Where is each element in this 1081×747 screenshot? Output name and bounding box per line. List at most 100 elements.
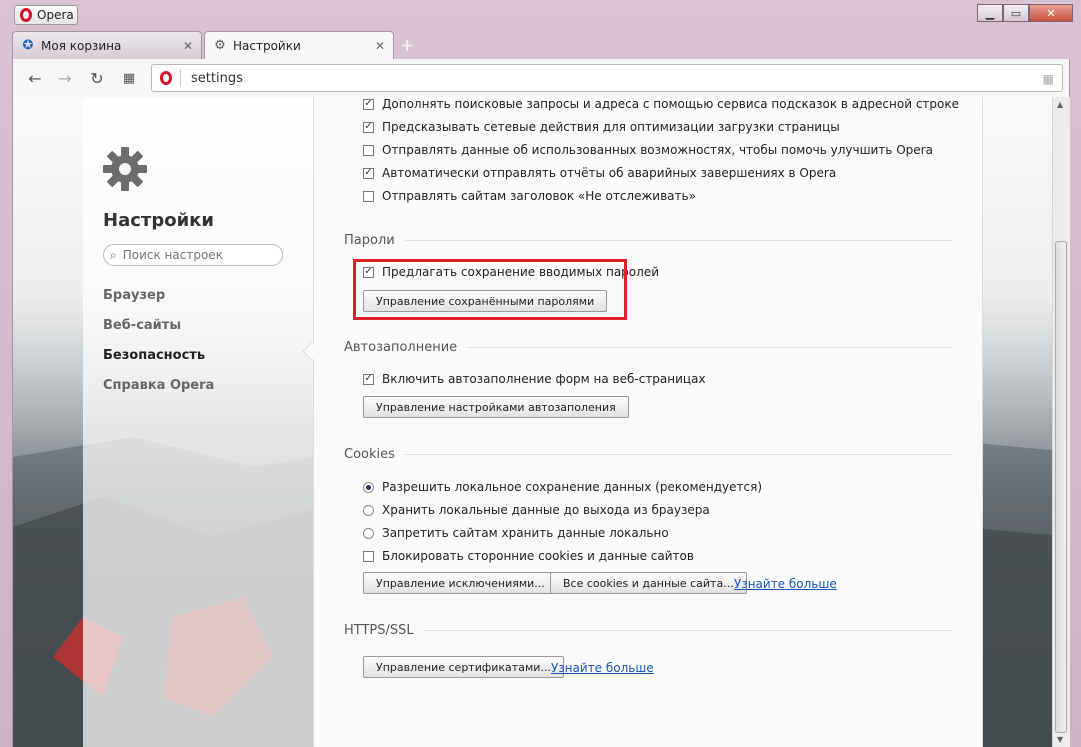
option-send-usage[interactable]: Отправлять данные об использованных возм… [363, 143, 933, 157]
section-heading: Cookies [344, 447, 395, 462]
option-label: Хранить локальные данные до выхода из бр… [382, 503, 710, 517]
section-divider [467, 347, 952, 348]
section-divider [404, 454, 952, 455]
address-input[interactable] [189, 69, 1013, 87]
minimize-button[interactable]: ▁ [977, 4, 1003, 22]
radio-allow-local-data[interactable]: Разрешить локальное сохранение данных (р… [363, 480, 762, 494]
cart-site-icon: ✪ [22, 38, 34, 53]
radio-selected[interactable] [363, 481, 374, 493]
close-icon: ✕ [1046, 6, 1056, 20]
checkbox-unchecked[interactable] [363, 190, 374, 202]
browser-window: Opera ▁ ▭ ✕ ✪ Моя корзина ✕ ⚙ Настройки … [0, 0, 1081, 747]
option-label: Запретить сайтам хранить данные локально [382, 526, 669, 540]
section-divider [404, 240, 952, 241]
checkbox-checked[interactable]: ✓ [363, 373, 374, 385]
scroll-down-icon[interactable]: ▼ [1057, 735, 1063, 744]
manage-exceptions-button[interactable]: Управление исключениями... [363, 572, 558, 594]
plus-icon: + [399, 34, 415, 56]
arrow-left-icon: ← [28, 68, 42, 88]
option-search-suggestions[interactable]: ✓ Дополнять поисковые запросы и адреса с… [363, 97, 959, 111]
maximize-button[interactable]: ▭ [1003, 4, 1029, 22]
address-bar[interactable]: ▦ [151, 64, 1063, 92]
option-label: Дополнять поисковые запросы и адреса с п… [382, 97, 959, 111]
add-to-speed-dial-icon[interactable]: ▦ [1043, 72, 1054, 86]
tab-cart[interactable]: ✪ Моя корзина ✕ [12, 31, 202, 59]
section-autofill: Автозаполнение [344, 340, 952, 355]
tab-settings[interactable]: ⚙ Настройки ✕ [204, 31, 394, 59]
section-heading: HTTPS/SSL [344, 623, 414, 638]
search-icon: ⌕ [110, 247, 117, 262]
opera-page-icon [160, 71, 172, 85]
settings-search[interactable]: ⌕ [103, 244, 283, 266]
option-crash-reports[interactable]: ✓ Автоматически отправлять отчёты об ава… [363, 166, 836, 180]
radio-keep-until-exit[interactable]: Хранить локальные данные до выхода из бр… [363, 503, 710, 517]
checkbox-unchecked[interactable] [363, 550, 374, 562]
manage-certificates-button[interactable]: Управление сертификатами... [363, 656, 564, 678]
option-label: Предсказывать сетевые действия для оптим… [382, 120, 840, 134]
option-label: Разрешить локальное сохранение данных (р… [382, 480, 763, 494]
tab-label: Настройки [233, 38, 301, 53]
arrow-right-icon: → [58, 68, 72, 88]
speed-dial-button[interactable]: ▦ [119, 68, 139, 88]
radio-block-local-data[interactable]: Запретить сайтам хранить данные локально [363, 526, 669, 540]
option-predict-network[interactable]: ✓ Предсказывать сетевые действия для опт… [363, 120, 840, 134]
gear-icon: ⚙ [214, 38, 226, 53]
title-bar: Opera ▁ ▭ ✕ [0, 0, 1081, 30]
page-content: Настройки ⌕ Браузер Веб-сайты Безопаснос… [12, 97, 1070, 747]
settings-title: Настройки [103, 210, 215, 231]
settings-gear-icon [103, 147, 147, 191]
option-label: Блокировать сторонние cookies и данные с… [382, 549, 694, 563]
sidebar-item-security[interactable]: Безопасность [103, 348, 205, 363]
option-block-third-party[interactable]: Блокировать сторонние cookies и данные с… [363, 549, 694, 563]
opera-menu-label: Opera [37, 8, 74, 22]
reload-icon: ↻ [90, 68, 104, 88]
maximize-icon: ▭ [1010, 6, 1022, 20]
radio-unselected[interactable] [363, 527, 374, 539]
reload-button[interactable]: ↻ [87, 68, 107, 88]
section-https: HTTPS/SSL [344, 623, 952, 638]
forward-button[interactable]: → [55, 68, 75, 88]
cookies-learn-more-link[interactable]: Узнайте больше [734, 577, 837, 591]
address-separator [180, 69, 181, 87]
section-heading: Автозаполнение [344, 340, 458, 355]
option-label: Отправлять данные об использованных возм… [382, 143, 933, 157]
checkbox-unchecked[interactable] [363, 144, 374, 156]
radio-unselected[interactable] [363, 504, 374, 516]
section-heading: Пароли [344, 233, 395, 248]
minimize-icon: ▁ [985, 6, 995, 20]
section-divider [423, 630, 952, 631]
vertical-scrollbar[interactable]: ▲ ▼ [1052, 97, 1070, 747]
option-label: Отправлять сайтам заголовок «Не отслежив… [382, 189, 696, 203]
checkbox-checked[interactable]: ✓ [363, 121, 374, 133]
all-cookies-button[interactable]: Все cookies и данные сайта... [550, 572, 747, 594]
navigation-toolbar: ← → ↻ ▦ ▦ [12, 59, 1070, 97]
annotation-highlight-box [353, 259, 627, 320]
checkbox-checked[interactable]: ✓ [363, 167, 374, 179]
section-cookies: Cookies [344, 447, 952, 462]
option-label: Включить автозаполнение форм на веб-стра… [382, 372, 706, 386]
sidebar-item-websites[interactable]: Веб-сайты [103, 318, 181, 333]
grid-icon: ▦ [122, 70, 136, 86]
close-tab-icon[interactable]: ✕ [375, 39, 385, 53]
window-controls: ▁ ▭ ✕ [977, 4, 1073, 22]
new-tab-button[interactable]: + [396, 31, 418, 59]
checkbox-checked[interactable]: ✓ [363, 98, 374, 110]
opera-menu-button[interactable]: Opera [14, 5, 78, 25]
https-learn-more-link[interactable]: Узнайте больше [551, 661, 654, 675]
settings-panel: ✓ Дополнять поисковые запросы и адреса с… [313, 97, 983, 747]
manage-autofill-button[interactable]: Управление настройками автозаполения [363, 396, 629, 418]
tab-label: Моя корзина [41, 38, 122, 53]
close-window-button[interactable]: ✕ [1029, 4, 1073, 22]
option-do-not-track[interactable]: Отправлять сайтам заголовок «Не отслежив… [363, 189, 696, 203]
search-input[interactable] [120, 247, 275, 263]
tab-strip: ✪ Моя корзина ✕ ⚙ Настройки ✕ + [12, 31, 418, 59]
option-enable-autofill[interactable]: ✓ Включить автозаполнение форм на веб-ст… [363, 372, 706, 386]
scroll-thumb[interactable] [1055, 241, 1067, 733]
back-button[interactable]: ← [25, 68, 45, 88]
close-tab-icon[interactable]: ✕ [183, 39, 193, 53]
sidebar-item-help[interactable]: Справка Opera [103, 378, 214, 393]
scroll-up-icon[interactable]: ▲ [1057, 100, 1063, 109]
opera-logo-icon [20, 8, 32, 22]
sidebar-item-browser[interactable]: Браузер [103, 288, 165, 303]
option-label: Автоматически отправлять отчёты об авари… [382, 166, 837, 180]
